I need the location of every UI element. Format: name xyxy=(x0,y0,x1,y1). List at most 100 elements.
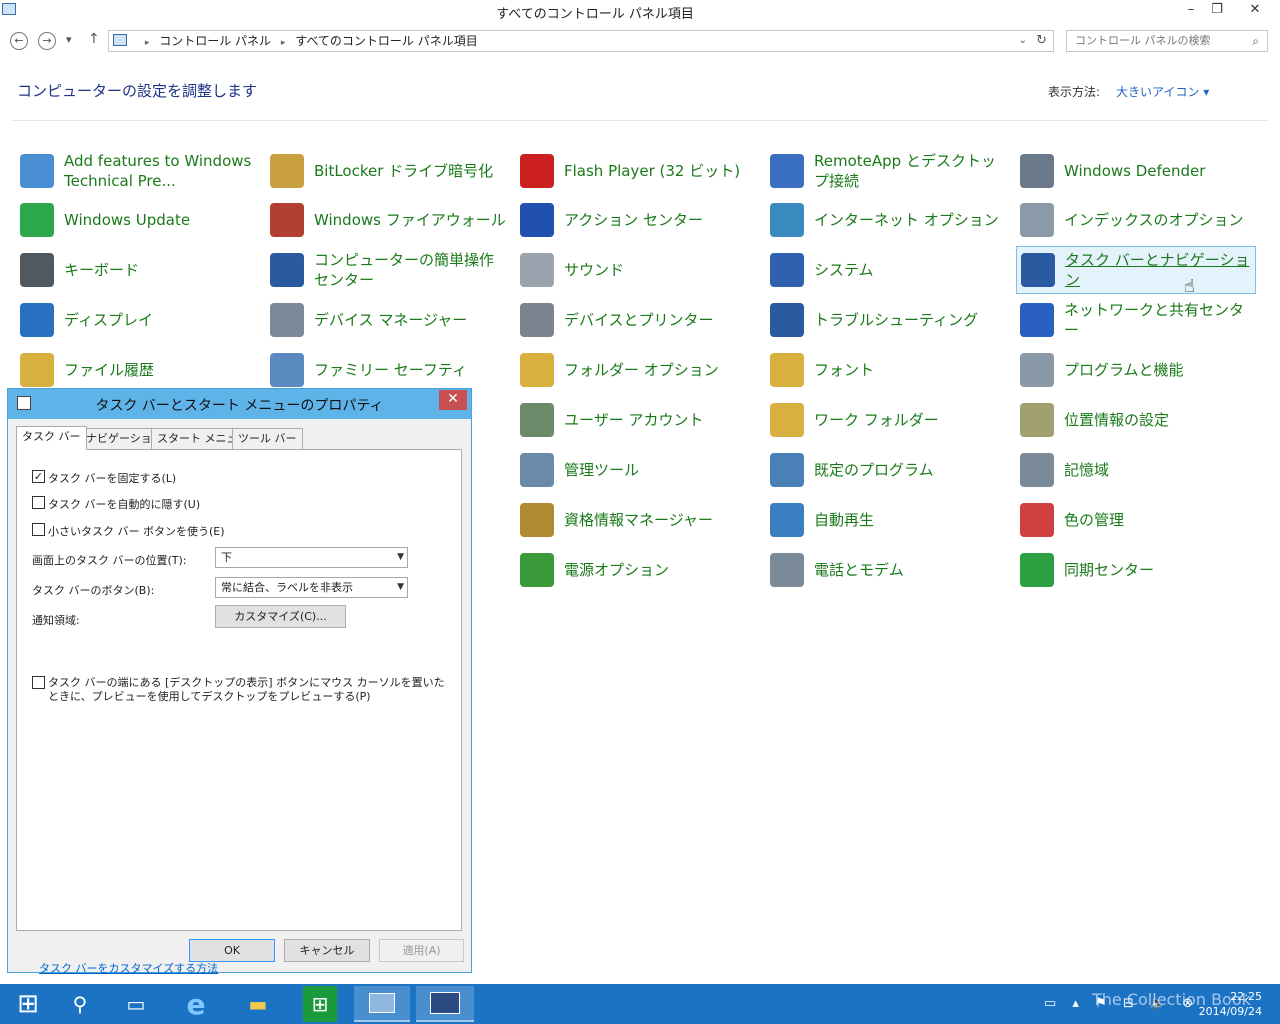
back-button[interactable]: ← xyxy=(10,32,28,50)
item-icon xyxy=(1020,303,1054,337)
item-label: ワーク フォルダー xyxy=(814,411,939,429)
control-panel-item[interactable]: ネットワークと共有センター xyxy=(1016,296,1256,344)
item-label: 管理ツール xyxy=(564,461,640,479)
control-panel-item[interactable]: 位置情報の設定 xyxy=(1016,396,1256,444)
item-label: キーボード xyxy=(64,261,140,279)
peek-label: タスク バーの端にある [デスクトップの表示] ボタンにマウス カーソルを置いた… xyxy=(48,676,445,703)
control-panel-item[interactable]: トラブルシューティング xyxy=(766,296,1006,344)
task-view-button[interactable]: ▭ xyxy=(108,986,164,1022)
control-panel-taskbar-button[interactable] xyxy=(354,986,410,1022)
control-panel-item[interactable]: 既定のプログラム xyxy=(766,446,1006,494)
control-panel-item[interactable]: ユーザー アカウント xyxy=(516,396,756,444)
item-icon xyxy=(270,303,304,337)
control-panel-item[interactable]: デバイスとプリンター xyxy=(516,296,756,344)
restore-button[interactable]: ❐ xyxy=(1206,0,1228,20)
chevron-right-icon: ▸ xyxy=(144,38,150,48)
control-panel-item[interactable]: ファイル履歴 xyxy=(16,346,256,394)
start-button[interactable]: ⊞ xyxy=(0,986,56,1022)
control-panel-item[interactable]: Add features to Windows Technical Pre... xyxy=(16,147,256,195)
recent-locations-button[interactable]: ▾ xyxy=(66,33,72,46)
control-panel-item[interactable]: 記憶域 xyxy=(1016,446,1256,494)
control-panel-item[interactable]: ファミリー セーフティ xyxy=(266,346,506,394)
dialog-title-bar: タスク バーとスタート メニューのプロパティ ✕ xyxy=(8,389,471,419)
control-panel-item[interactable]: ディスプレイ xyxy=(16,296,256,344)
navigation-bar: ← → ▾ ↑ ▸ コントロール パネル ▸ すべてのコントロール パネル項目 … xyxy=(0,28,1280,54)
search-button[interactable]: ⚲ xyxy=(52,986,108,1022)
control-panel-item[interactable]: キーボード xyxy=(16,246,256,294)
control-panel-item[interactable]: ワーク フォルダー xyxy=(766,396,1006,444)
control-panel-item[interactable]: Windows ファイアウォール xyxy=(266,196,506,244)
item-label: アクション センター xyxy=(564,211,704,229)
view-by-dropdown[interactable]: 大きいアイコン ▾ xyxy=(1116,83,1209,100)
control-panel-item[interactable]: フォルダー オプション xyxy=(516,346,756,394)
cancel-button[interactable]: キャンセル xyxy=(284,939,370,962)
tab-taskbar[interactable]: タスク バー xyxy=(16,426,87,450)
close-button[interactable]: ✕ xyxy=(1242,0,1268,20)
item-icon xyxy=(770,154,804,188)
control-panel-item[interactable]: 電話とモデム xyxy=(766,546,1006,594)
control-panel-item[interactable]: BitLocker ドライブ暗号化 xyxy=(266,147,506,195)
item-icon xyxy=(20,154,54,188)
control-panel-item[interactable]: 同期センター xyxy=(1016,546,1256,594)
breadcrumb-control-panel[interactable]: コントロール パネル xyxy=(159,34,271,48)
item-icon xyxy=(770,303,804,337)
store-button[interactable]: ⊞ xyxy=(303,986,337,1022)
checkbox-box[interactable] xyxy=(32,496,45,509)
help-link[interactable]: タスク バーをカスタマイズする方法 xyxy=(39,960,218,976)
buttons-label: タスク バーのボタン(B): xyxy=(32,584,155,597)
address-bar[interactable]: ▸ コントロール パネル ▸ すべてのコントロール パネル項目 ⌄ ↻ xyxy=(108,30,1054,52)
buttons-select[interactable]: 常に結合、ラベルを非表示 ▼ xyxy=(215,577,408,598)
peek-checkbox[interactable]: タスク バーの端にある [デスクトップの表示] ボタンにマウス カーソルを置いた… xyxy=(32,676,447,704)
ok-button[interactable]: OK xyxy=(189,939,275,962)
lock-taskbar-checkbox[interactable]: ✓ タスク バーを固定する(L) xyxy=(32,470,176,486)
item-icon xyxy=(770,403,804,437)
internet-explorer-button[interactable]: e xyxy=(168,986,224,1022)
search-icon[interactable]: ⌕ xyxy=(1252,31,1259,51)
control-panel-item[interactable]: Windows Update xyxy=(16,196,256,244)
customize-button[interactable]: カスタマイズ(C)... xyxy=(215,605,346,628)
control-panel-item[interactable]: インターネット オプション xyxy=(766,196,1006,244)
checkbox-box[interactable]: ✓ xyxy=(32,470,45,483)
item-icon xyxy=(270,353,304,387)
control-panel-item[interactable]: 管理ツール xyxy=(516,446,756,494)
tab-toolbars[interactable]: ツール バー xyxy=(232,428,303,449)
control-panel-item[interactable]: 自動再生 xyxy=(766,496,1006,544)
control-panel-item[interactable]: Windows Defender xyxy=(1016,147,1256,195)
item-icon xyxy=(770,253,804,287)
file-explorer-button[interactable]: ▬ xyxy=(230,986,286,1022)
page-heading: コンピューターの設定を調整します xyxy=(17,82,258,100)
control-panel-item[interactable]: コンピューターの簡単操作センター xyxy=(266,246,506,294)
control-panel-item[interactable]: プログラムと機能 xyxy=(1016,346,1256,394)
breadcrumb-all-items[interactable]: すべてのコントロール パネル項目 xyxy=(295,34,478,48)
control-panel-item[interactable]: フォント xyxy=(766,346,1006,394)
control-panel-item[interactable]: 電源オプション xyxy=(516,546,756,594)
small-buttons-checkbox[interactable]: 小さいタスク バー ボタンを使う(E) xyxy=(32,523,225,539)
minimize-button[interactable]: – xyxy=(1180,0,1202,20)
dialog-close-button[interactable]: ✕ xyxy=(439,390,467,410)
control-panel-item[interactable]: インデックスのオプション xyxy=(1016,196,1256,244)
control-panel-item[interactable]: タスク バーとナビゲーション xyxy=(1016,246,1256,294)
search-input[interactable]: コントロール パネルの検索 ⌕ xyxy=(1066,30,1268,52)
dialog-title: タスク バーとスタート メニューのプロパティ xyxy=(95,398,384,414)
control-panel-item[interactable]: アクション センター xyxy=(516,196,756,244)
position-select[interactable]: 下 ▼ xyxy=(215,547,408,568)
forward-button[interactable]: → xyxy=(38,32,56,50)
autohide-checkbox[interactable]: タスク バーを自動的に隠す(U) xyxy=(32,496,200,512)
item-label: 同期センター xyxy=(1064,561,1155,579)
control-panel-item[interactable]: サウンド xyxy=(516,246,756,294)
control-panel-item[interactable]: デバイス マネージャー xyxy=(266,296,506,344)
apply-button[interactable]: 適用(A) xyxy=(379,939,464,962)
up-button[interactable]: ↑ xyxy=(88,31,100,47)
checkbox-box[interactable] xyxy=(32,676,45,689)
control-panel-item[interactable]: 色の管理 xyxy=(1016,496,1256,544)
control-panel-item[interactable]: Flash Player (32 ビット) xyxy=(516,147,756,195)
address-dropdown-button[interactable]: ⌄ xyxy=(1019,31,1027,51)
checkbox-box[interactable] xyxy=(32,523,45,536)
control-panel-icon xyxy=(369,993,395,1013)
control-panel-item[interactable]: RemoteApp とデスクトップ接続 xyxy=(766,147,1006,195)
taskbar-properties-taskbar-button[interactable] xyxy=(416,986,474,1022)
control-panel-item[interactable]: システム xyxy=(766,246,1006,294)
refresh-button[interactable]: ↻ xyxy=(1036,31,1047,51)
buttons-value: 常に結合、ラベルを非表示 xyxy=(221,581,353,594)
control-panel-item[interactable]: 資格情報マネージャー xyxy=(516,496,756,544)
